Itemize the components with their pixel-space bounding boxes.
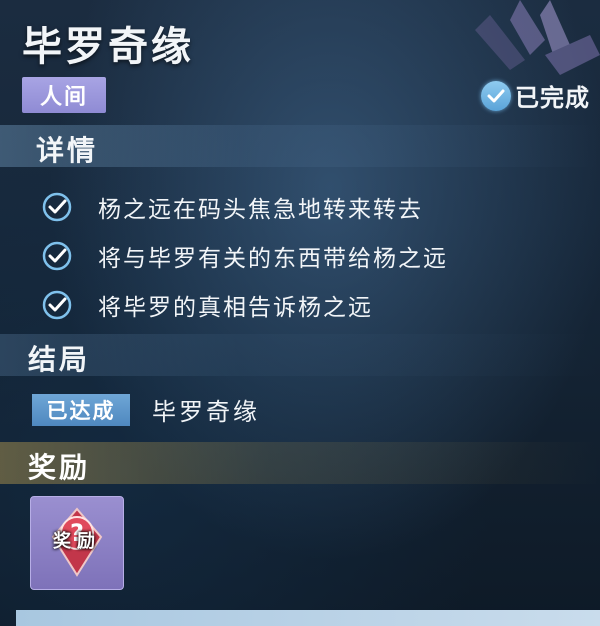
reward-item-label: 奖励 — [53, 531, 101, 552]
ending-name: 毕罗奇缘 — [152, 398, 260, 426]
check-icon — [42, 241, 72, 270]
objective-text: 将毕罗的真相告诉杨之远 — [98, 294, 373, 321]
reward-heading: 奖励 — [28, 451, 91, 484]
reward-section-header: 奖励 — [0, 442, 600, 484]
realm-tag: 人间 — [22, 77, 106, 113]
bottom-action-bar[interactable] — [16, 610, 600, 626]
objective-item: 杨之远在码头焦急地转来转去 — [40, 182, 448, 231]
objective-item: 将毕罗的真相告诉杨之远 — [40, 280, 448, 329]
details-heading: 详情 — [36, 134, 99, 167]
quest-title: 毕罗奇缘 — [22, 23, 194, 70]
check-circle-icon — [481, 80, 511, 111]
details-section-header: 详情 — [0, 125, 600, 167]
check-icon — [42, 192, 72, 221]
status-label: 已完成 — [515, 84, 590, 112]
quest-status: 已完成 — [481, 78, 590, 113]
ending-achieved-badge: 已达成 — [32, 393, 130, 426]
ending-section-header: 结局 — [0, 334, 600, 376]
check-icon — [42, 290, 72, 319]
ending-row: 已达成 毕罗奇缘 — [32, 392, 260, 427]
objective-item: 将与毕罗有关的东西带给杨之远 — [40, 231, 448, 280]
objective-text: 杨之远在码头焦急地转来转去 — [98, 196, 423, 223]
reward-item-slot[interactable]: ? 奖励 — [30, 496, 124, 590]
objective-list: 杨之远在码头焦急地转来转去 将与毕罗有关的东西带给杨之远 将毕罗的真相告诉杨之远 — [40, 182, 448, 329]
objective-text: 将与毕罗有关的东西带给杨之远 — [98, 245, 448, 272]
ending-heading: 结局 — [28, 343, 91, 376]
